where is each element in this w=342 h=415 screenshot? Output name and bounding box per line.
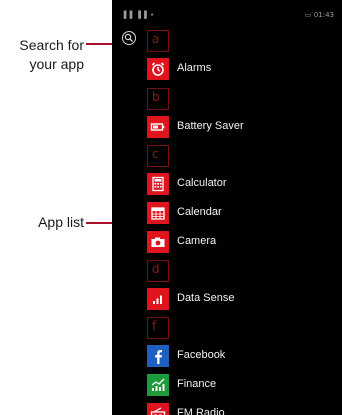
app-item-fm-radio[interactable]: FM Radio [147, 403, 337, 415]
battery-time: ▭ 01:43 [304, 11, 334, 19]
calculator-tile [147, 173, 169, 195]
letter-label: a [152, 32, 160, 46]
app-item-data-sense[interactable]: Data Sense [147, 288, 337, 310]
finance-chart-icon [151, 378, 165, 391]
camera-icon [151, 237, 165, 247]
search-icon [124, 33, 133, 42]
data-sense-tile [147, 288, 169, 310]
app-item-alarms[interactable]: Alarms [147, 58, 337, 80]
fm-radio-tile [147, 403, 169, 415]
letter-tile-f[interactable]: f [147, 317, 169, 339]
battery-saver-tile [147, 116, 169, 138]
facebook-icon [155, 350, 162, 364]
radio-icon [150, 407, 166, 415]
app-label-data-sense: Data Sense [177, 292, 235, 304]
calendar-icon [151, 207, 165, 220]
search-button[interactable] [122, 31, 136, 45]
status-bar: ▐▐ ▐▐ • ▭ 01:43 [112, 8, 342, 20]
app-item-facebook[interactable]: Facebook [147, 345, 337, 367]
calendar-tile [147, 202, 169, 224]
letter-label: d [152, 262, 160, 276]
app-label-battery-saver: Battery Saver [177, 120, 244, 132]
app-item-finance[interactable]: Finance [147, 374, 337, 396]
facebook-tile [147, 345, 169, 367]
app-item-battery-saver[interactable]: Battery Saver [147, 116, 337, 138]
alarm-clock-icon [151, 62, 165, 76]
battery-icon [150, 123, 165, 131]
app-item-calendar[interactable]: Calendar [147, 202, 337, 224]
calculator-icon [152, 176, 164, 192]
signal-indicators: ▐▐ ▐▐ • [121, 11, 155, 19]
finance-tile [147, 374, 169, 396]
letter-tile-b[interactable]: b [147, 88, 169, 110]
phone-screen: ▐▐ ▐▐ • ▭ 01:43 a Alarms b Battery Saver… [112, 0, 342, 415]
app-item-calculator[interactable]: Calculator [147, 173, 337, 195]
search-callout-line1: Search for [19, 37, 84, 53]
alarms-tile [147, 58, 169, 80]
letter-tile-c[interactable]: c [147, 145, 169, 167]
search-callout-line2: your app [29, 56, 84, 72]
letter-tile-a[interactable]: a [147, 30, 169, 52]
app-label-alarms: Alarms [177, 62, 212, 74]
app-label-fm-radio: FM Radio [177, 407, 225, 415]
letter-label: f [152, 319, 157, 333]
letter-tile-d[interactable]: d [147, 260, 169, 282]
app-item-camera[interactable]: Camera [147, 231, 337, 253]
bar-chart-icon [153, 295, 162, 304]
app-label-facebook: Facebook [177, 349, 226, 361]
letter-label: b [152, 90, 160, 104]
search-callout-label: Search for your app [6, 36, 84, 74]
app-label-camera: Camera [177, 235, 217, 247]
list-callout-label: App list [38, 214, 84, 230]
letter-label: c [152, 147, 159, 161]
app-label-calendar: Calendar [177, 206, 222, 218]
app-label-finance: Finance [177, 378, 217, 390]
camera-tile [147, 231, 169, 253]
app-label-calculator: Calculator [177, 177, 227, 189]
